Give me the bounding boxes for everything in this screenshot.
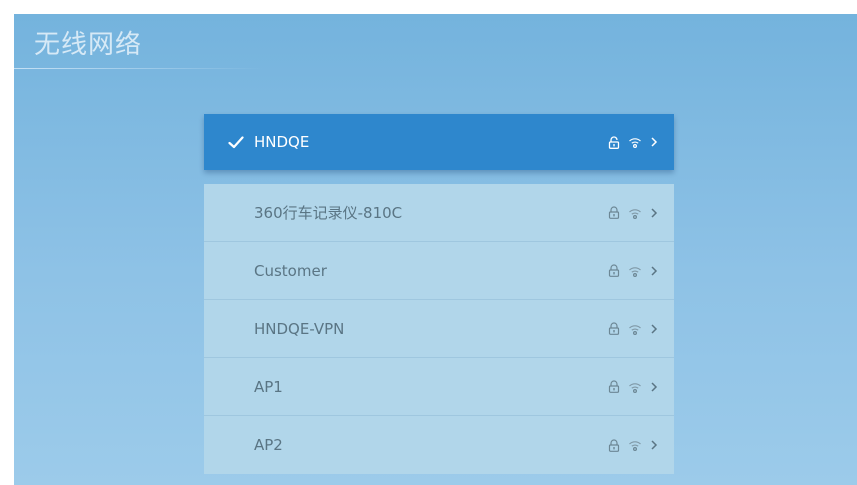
page-title: 无线网络 [34,30,143,60]
chevron-right-icon [650,323,658,335]
network-row[interactable]: HNDQE-VPN [204,300,674,358]
network-row[interactable]: AP1 [204,358,674,416]
network-name: HNDQE-VPN [254,319,345,338]
lock-icon [608,135,620,149]
chevron-right-icon [650,207,658,219]
wifi-icon [628,323,642,335]
network-status-icons [608,206,658,219]
wifi-icon [628,381,642,393]
chevron-right-icon [650,136,658,148]
network-name: HNDQE [254,133,310,151]
network-status-icons [608,135,658,149]
lock-icon [608,206,620,219]
network-row[interactable]: AP2 [204,416,674,474]
wifi-icon [628,207,642,219]
network-name: Customer [254,261,327,280]
network-row[interactable]: 360行车记录仪-810C [204,184,674,242]
title-divider [14,68,264,69]
chevron-right-icon [650,381,658,393]
network-status-icons [608,322,658,335]
wifi-settings-screen: 无线网络 HNDQE 360行车记录仪-810C Customer HNDQE-… [14,14,857,485]
lock-icon [608,264,620,277]
network-name: AP1 [254,377,283,396]
connected-network-row[interactable]: HNDQE [204,114,674,170]
check-icon [228,135,246,149]
available-networks-list: 360行车记录仪-810C Customer HNDQE-VPN AP1 AP2 [204,184,674,474]
network-status-icons [608,438,658,452]
lock-icon [608,322,620,335]
chevron-right-icon [650,265,658,277]
wifi-icon [628,265,642,277]
chevron-right-icon [650,439,658,451]
network-name: AP2 [254,436,283,454]
network-row[interactable]: Customer [204,242,674,300]
network-status-icons [608,380,658,393]
wifi-icon [628,439,642,451]
network-name: 360行车记录仪-810C [254,204,403,222]
network-status-icons [608,264,658,277]
lock-icon [608,438,620,452]
lock-icon [608,380,620,393]
wifi-icon [628,136,642,148]
network-panel: HNDQE 360行车记录仪-810C Customer HNDQE-VPN A… [204,114,674,474]
